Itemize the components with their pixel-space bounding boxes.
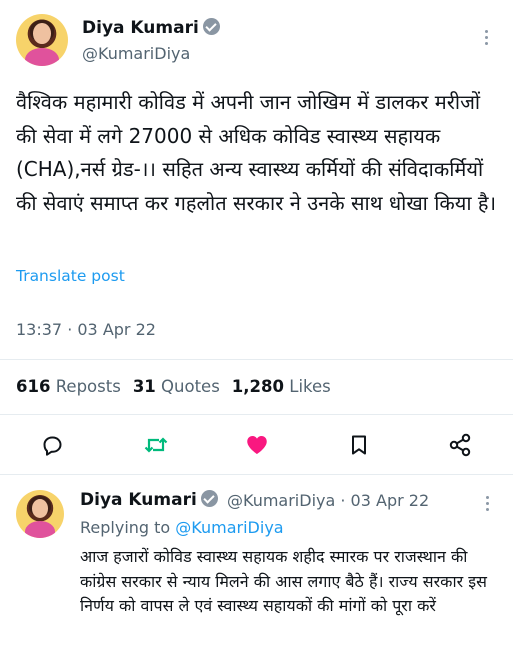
reply-handle-date[interactable]: @KumariDiya · 03 Apr 22 [227,491,429,510]
verified-badge-icon [200,490,218,507]
reply-text: आज हजारों कोविड स्वास्थ्य सहायक शहीद स्म… [80,547,487,615]
author-avatar[interactable] [16,14,68,66]
heart-icon [247,436,267,454]
share-button[interactable] [447,432,473,458]
likes-stat[interactable]: 1,280 Likes [232,377,331,396]
quotes-stat[interactable]: 31 Quotes [133,377,220,396]
verified-badge-icon [202,18,220,35]
speech-bubble-icon [43,436,62,456]
reply-author-name[interactable]: Diya Kumari [80,490,218,510]
replying-mention-link[interactable]: @KumariDiya [175,518,283,537]
bookmark-icon [352,435,366,455]
tweet-timestamp[interactable]: 13:37 · 03 Apr 22 [16,320,156,339]
replying-to-line: Replying to @KumariDiya [80,518,284,537]
translate-post-link[interactable]: Translate post [16,267,125,285]
like-button[interactable] [244,432,270,458]
tweet-text: वैश्विक महामारी कोविड में अपनी जान जोखिम… [16,90,497,215]
engagement-stats: 616 Reposts 31 Quotes 1,280 Likes [16,377,331,396]
author-handle[interactable]: @KumariDiya [82,44,190,63]
repost-arrows-icon [144,437,168,453]
reply-button[interactable] [39,432,65,458]
reply-more-options-icon[interactable] [486,496,490,514]
divider [0,359,513,360]
more-options-icon[interactable] [485,30,489,48]
divider [0,474,513,475]
divider [0,414,513,415]
bookmark-button[interactable] [346,432,372,458]
reply-author-avatar[interactable] [16,490,64,538]
author-name[interactable]: Diya Kumari [82,18,220,38]
share-icon [449,433,471,457]
repost-button[interactable] [143,432,169,458]
reposts-stat[interactable]: 616 Reposts [16,377,121,396]
